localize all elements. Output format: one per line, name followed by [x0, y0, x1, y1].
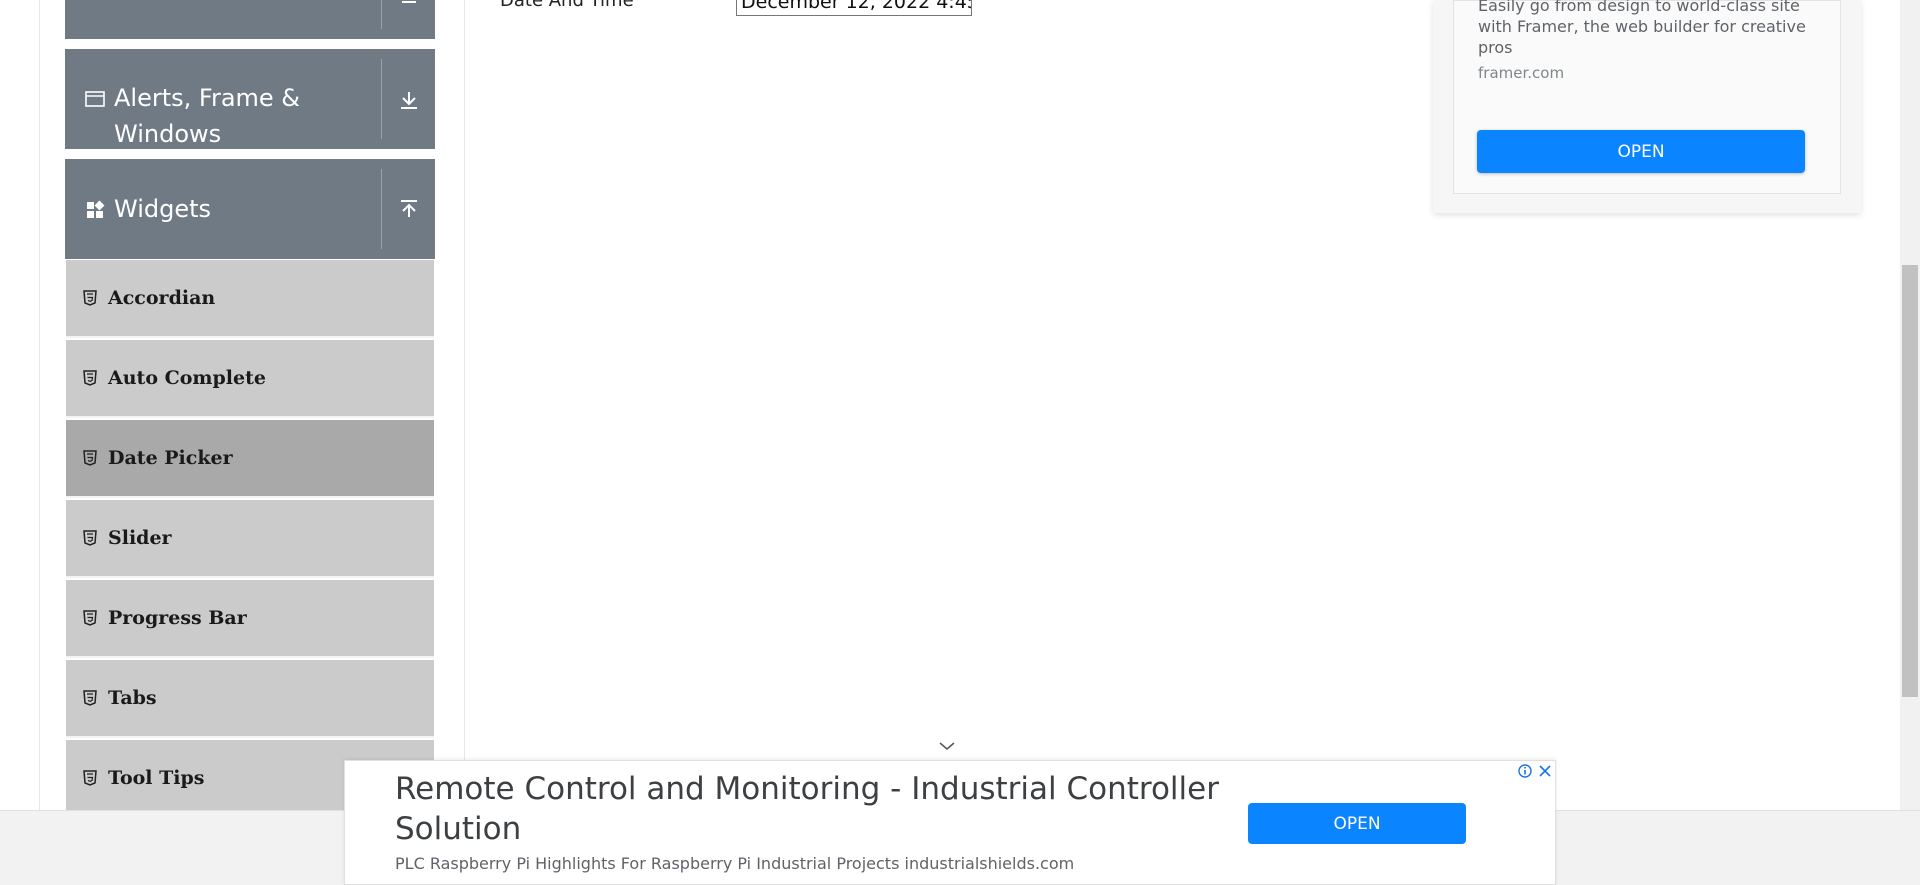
collapse-icon[interactable]: [395, 0, 423, 12]
html5-icon: [83, 370, 97, 386]
download-arrow-icon[interactable]: [395, 86, 423, 114]
group-label-alerts-text: Alerts, Frame & Windows: [114, 84, 301, 148]
bottom-ad-open-button[interactable]: OPEN: [1248, 803, 1466, 844]
date-time-input[interactable]: December 12, 2022 4:45 P: [736, 0, 972, 16]
date-time-label: Date And Time: [500, 0, 634, 11]
html5-icon: [83, 610, 97, 626]
sidebar-item-label: Progress Bar: [108, 607, 247, 629]
html5-icon: [83, 530, 97, 546]
sidebar-item-label: Auto Complete: [108, 367, 266, 389]
sidebar-item-auto-complete[interactable]: Auto Complete: [66, 340, 434, 418]
chevron-down-icon[interactable]: [937, 738, 957, 754]
sidebar-item-label: Tabs: [108, 687, 157, 709]
upload-arrow-icon[interactable]: [395, 195, 423, 223]
info-icon[interactable]: [1516, 762, 1534, 780]
html5-icon: [83, 290, 97, 306]
ad-choices[interactable]: [1516, 762, 1556, 780]
side-ad: Easily go from design to world-class sit…: [1433, 0, 1861, 213]
sidebar-item-label: Date Picker: [108, 447, 233, 469]
group-label-alerts: Alerts, Frame & Windows: [114, 80, 314, 152]
sidebar-item-tabs[interactable]: Tabs: [66, 660, 434, 738]
close-icon[interactable]: [1536, 762, 1554, 780]
group-header-previous[interactable]: [65, 0, 435, 39]
sidebar-item-date-picker[interactable]: Date Picker: [66, 420, 434, 498]
header-divider: [381, 59, 382, 139]
html5-icon: [83, 450, 97, 466]
sidebar-item-slider[interactable]: Slider: [66, 500, 434, 578]
side-ad-domain[interactable]: framer.com: [1478, 64, 1564, 82]
bottom-ad-title[interactable]: Remote Control and Monitoring - Industri…: [395, 769, 1255, 849]
sidebar-item-accordian[interactable]: Accordian: [66, 260, 434, 338]
sidebar-item-label: Accordian: [108, 287, 216, 309]
side-ad-card[interactable]: Easily go from design to world-class sit…: [1453, 0, 1841, 194]
group-header-alerts[interactable]: Alerts, Frame & Windows: [65, 49, 435, 149]
html5-icon: [83, 770, 97, 786]
bottom-ad[interactable]: Remote Control and Monitoring - Industri…: [344, 760, 1556, 885]
bottom-ad-subtitle: PLC Raspberry Pi Highlights For Raspberr…: [395, 854, 1075, 873]
sidebar-item-label: Slider: [108, 527, 172, 549]
sidebar-item-label: Tool Tips: [108, 767, 205, 789]
header-divider: [381, 169, 382, 249]
scrollbar-thumb[interactable]: [1902, 265, 1918, 697]
window-icon: [85, 89, 105, 109]
sidebar-item-progress-bar[interactable]: Progress Bar: [66, 580, 434, 658]
side-ad-open-button[interactable]: OPEN: [1477, 130, 1805, 173]
page: Date And Time December 12, 2022 4:45 P A…: [0, 0, 1920, 885]
widgets-icon: [85, 200, 105, 220]
header-divider: [381, 0, 382, 29]
page-scrollbar[interactable]: [1900, 0, 1920, 810]
html5-icon: [83, 690, 97, 706]
group-label-widgets: Widgets: [114, 195, 212, 223]
group-header-widgets[interactable]: Widgets: [65, 159, 435, 259]
side-ad-description: Easily go from design to world-class sit…: [1478, 0, 1806, 57]
